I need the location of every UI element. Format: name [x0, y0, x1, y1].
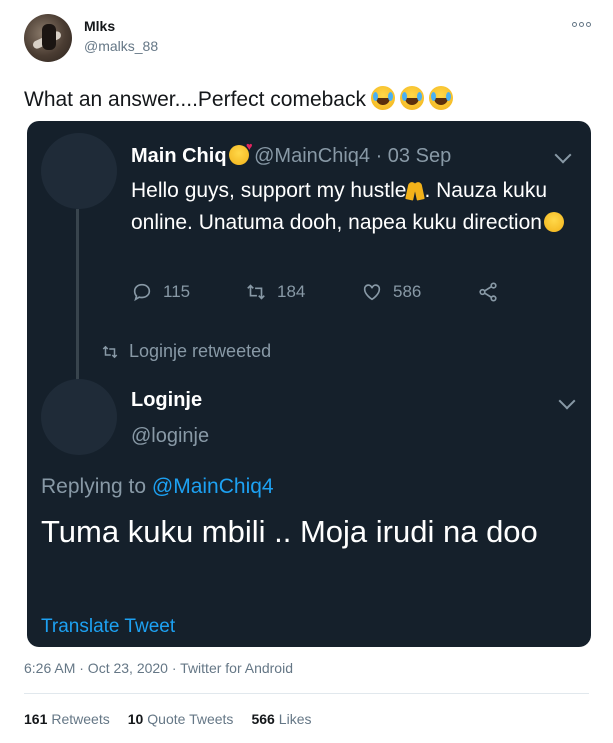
quotes-count: 10 — [127, 711, 144, 727]
smiling-face-with-hearts-icon — [228, 141, 253, 165]
retweeted-by-label: Loginje retweeted — [129, 341, 272, 361]
retweet-small-icon — [102, 345, 118, 358]
quote-tweets-stat[interactable]: 10 Quote Tweets — [128, 711, 234, 727]
reply-icon — [133, 283, 151, 302]
likes-label: Likes — [278, 711, 312, 727]
original-text-part1: Hello guys, support my hustle — [131, 179, 407, 202]
retweets-label: Retweets — [51, 711, 110, 727]
original-author-handle: @MainChiq4 — [254, 145, 371, 167]
author-name[interactable]: Mlks — [84, 18, 115, 34]
chevron-down-icon[interactable] — [554, 146, 572, 164]
retweet-action[interactable]: 184 — [245, 281, 305, 303]
like-count: 586 — [393, 282, 422, 301]
replying-prefix: Replying to — [41, 475, 152, 498]
reply-author-name[interactable]: Loginje — [131, 389, 202, 412]
reply-author-handle[interactable]: @loginje — [131, 425, 209, 448]
tears-of-joy-icon — [371, 86, 395, 110]
author-avatar[interactable] — [24, 14, 72, 62]
replying-to: Replying to @MainChiq4 — [41, 475, 274, 499]
translate-tweet-link[interactable]: Translate Tweet — [41, 616, 175, 638]
original-author[interactable]: Main Chiq @MainChiq4 · 03 Sep — [131, 141, 452, 168]
reply-action[interactable]: 115 — [131, 281, 190, 303]
replying-mention-link[interactable]: @MainChiq4 — [152, 475, 274, 498]
original-tweet-text: Hello guys, support my hustle. Nauza kuk… — [131, 175, 571, 239]
chevron-down-icon[interactable] — [558, 392, 576, 410]
heart-icon — [363, 284, 381, 301]
retweet-icon — [247, 284, 265, 300]
loginje-avatar[interactable] — [41, 379, 117, 455]
like-action[interactable]: 586 — [361, 281, 421, 303]
retweeted-by[interactable]: Loginje retweeted — [101, 341, 271, 362]
hugging-face-icon — [543, 212, 564, 232]
original-date: · 03 Sep — [370, 145, 452, 167]
tweet-body: What an answer....Perfect comeback — [24, 88, 366, 111]
original-author-name: Main Chiq — [131, 145, 227, 167]
tears-of-joy-icon — [400, 86, 424, 110]
tweet-header: Mlks @malks_88 — [24, 14, 594, 64]
tweet-timestamp[interactable]: 6:26 AM · Oct 23, 2020 · Twitter for And… — [24, 660, 293, 676]
tweet-stats: 161 Retweets 10 Quote Tweets 566 Likes — [24, 711, 311, 727]
more-options-icon[interactable] — [572, 22, 594, 32]
embedded-screenshot: Main Chiq @MainChiq4 · 03 Sep Hello guys… — [27, 121, 591, 647]
original-actions: 115 184 586 — [131, 281, 531, 307]
divider — [24, 693, 589, 694]
retweet-count: 184 — [277, 282, 306, 301]
tears-of-joy-icon — [429, 86, 453, 110]
likes-stat[interactable]: 566 Likes — [251, 711, 311, 727]
author-handle[interactable]: @malks_88 — [84, 38, 158, 54]
quotes-label: Quote Tweets — [147, 711, 234, 727]
reply-text: Tuma kuku mbili .. Moja irudi na doo — [41, 514, 538, 549]
retweets-count: 161 — [24, 711, 48, 727]
main-chiq-avatar[interactable] — [41, 133, 117, 209]
likes-count: 566 — [251, 711, 275, 727]
share-icon — [479, 282, 497, 302]
reply-count: 115 — [163, 282, 191, 301]
tweet-text: What an answer....Perfect comeback — [24, 86, 453, 112]
retweets-stat[interactable]: 161 Retweets — [24, 711, 110, 727]
folded-hands-icon — [406, 180, 424, 200]
share-action[interactable] — [477, 281, 499, 303]
